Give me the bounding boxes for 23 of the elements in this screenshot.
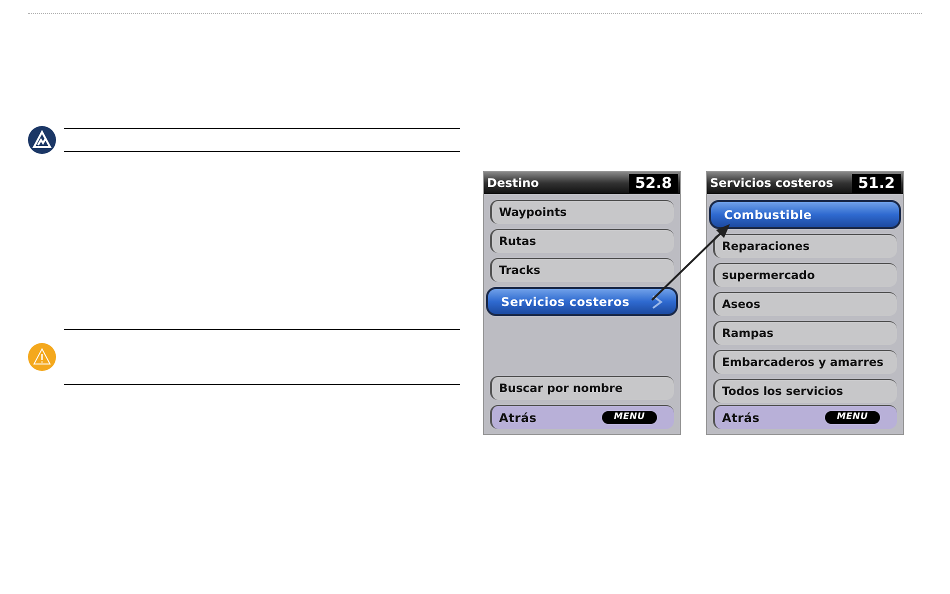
menu-item[interactable]: Servicios costeros <box>486 287 678 316</box>
warning-icon <box>28 343 56 371</box>
menu-item[interactable]: Tracks <box>490 258 674 282</box>
back-button[interactable]: Atrás MENU <box>713 405 897 429</box>
menu-item[interactable]: Buscar por nombre <box>490 376 674 400</box>
menu-item[interactable]: supermercado <box>713 263 897 287</box>
menu-item[interactable]: Rutas <box>490 229 674 253</box>
chevron-icon <box>651 294 663 310</box>
mountain-icon <box>28 126 56 154</box>
menu-item[interactable]: Todos los servicios <box>713 379 897 403</box>
menu-item[interactable]: Waypoints <box>490 200 674 224</box>
menu-key[interactable]: MENU <box>602 411 657 424</box>
menu-item[interactable]: Rampas <box>713 321 897 345</box>
depth-reading: 52.8 <box>628 174 678 192</box>
depth-reading: 51.2 <box>852 174 901 192</box>
menu-key[interactable]: MENU <box>824 411 880 424</box>
menu-item[interactable]: Embarcaderos y amarres <box>713 350 897 374</box>
menu-item[interactable]: Aseos <box>713 292 897 316</box>
screen-title: Servicios costeros <box>710 175 834 192</box>
menu-item[interactable]: Reparaciones <box>713 234 897 258</box>
back-button[interactable]: Atrás MENU <box>490 405 674 429</box>
menu-item[interactable]: Combustible <box>709 200 901 229</box>
screen-title: Destino <box>487 175 539 192</box>
